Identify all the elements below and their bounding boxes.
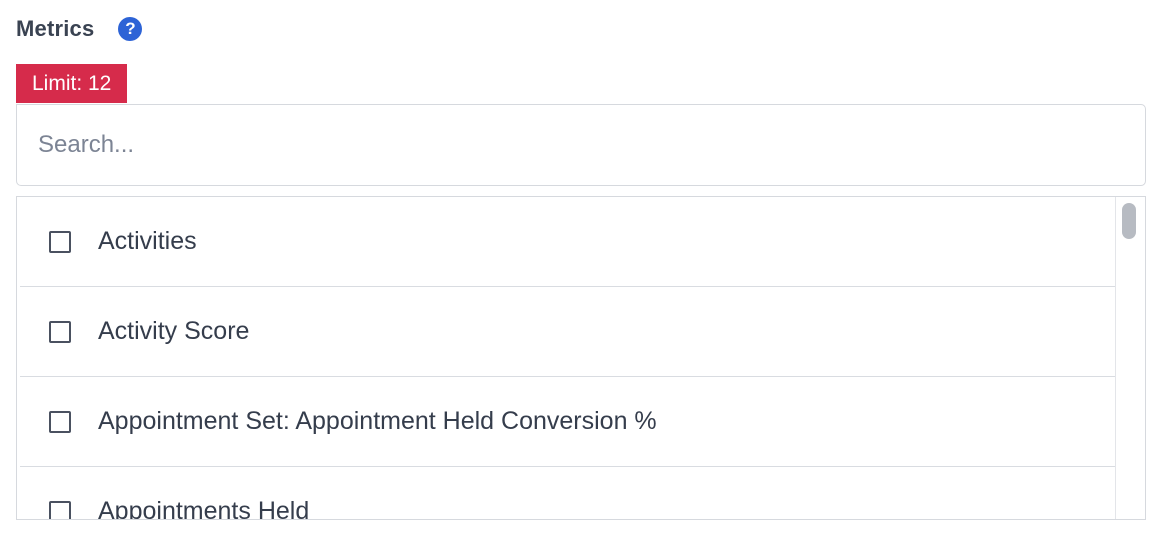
scrollbar-thumb[interactable] [1122, 203, 1136, 239]
metrics-list: Activities Activity Score Appointment Se… [16, 196, 1146, 520]
metrics-header: Metrics ? [16, 12, 143, 46]
list-item-label: Activities [98, 227, 197, 255]
search-input[interactable] [16, 104, 1146, 186]
list-item-appointments-held[interactable]: Appointments Held [20, 467, 1115, 520]
section-title: Metrics [16, 16, 95, 41]
checkbox[interactable] [49, 230, 71, 253]
scrollbar[interactable] [1115, 197, 1145, 519]
list-item-activities[interactable]: Activities [20, 197, 1115, 287]
metrics-list-items: Activities Activity Score Appointment Se… [17, 197, 1115, 520]
checkbox[interactable] [49, 500, 71, 519]
list-item-label: Appointments Held [98, 497, 310, 520]
limit-badge: Limit: 12 [16, 64, 128, 103]
list-item-appointment-conversion[interactable]: Appointment Set: Appointment Held Conver… [20, 377, 1115, 467]
list-item-label: Activity Score [98, 317, 250, 345]
checkbox[interactable] [49, 410, 71, 433]
list-item-label: Appointment Set: Appointment Held Conver… [98, 407, 657, 435]
list-item-activity-score[interactable]: Activity Score [20, 287, 1115, 377]
checkbox[interactable] [49, 320, 71, 343]
question-circle-icon[interactable]: ? [118, 17, 143, 41]
